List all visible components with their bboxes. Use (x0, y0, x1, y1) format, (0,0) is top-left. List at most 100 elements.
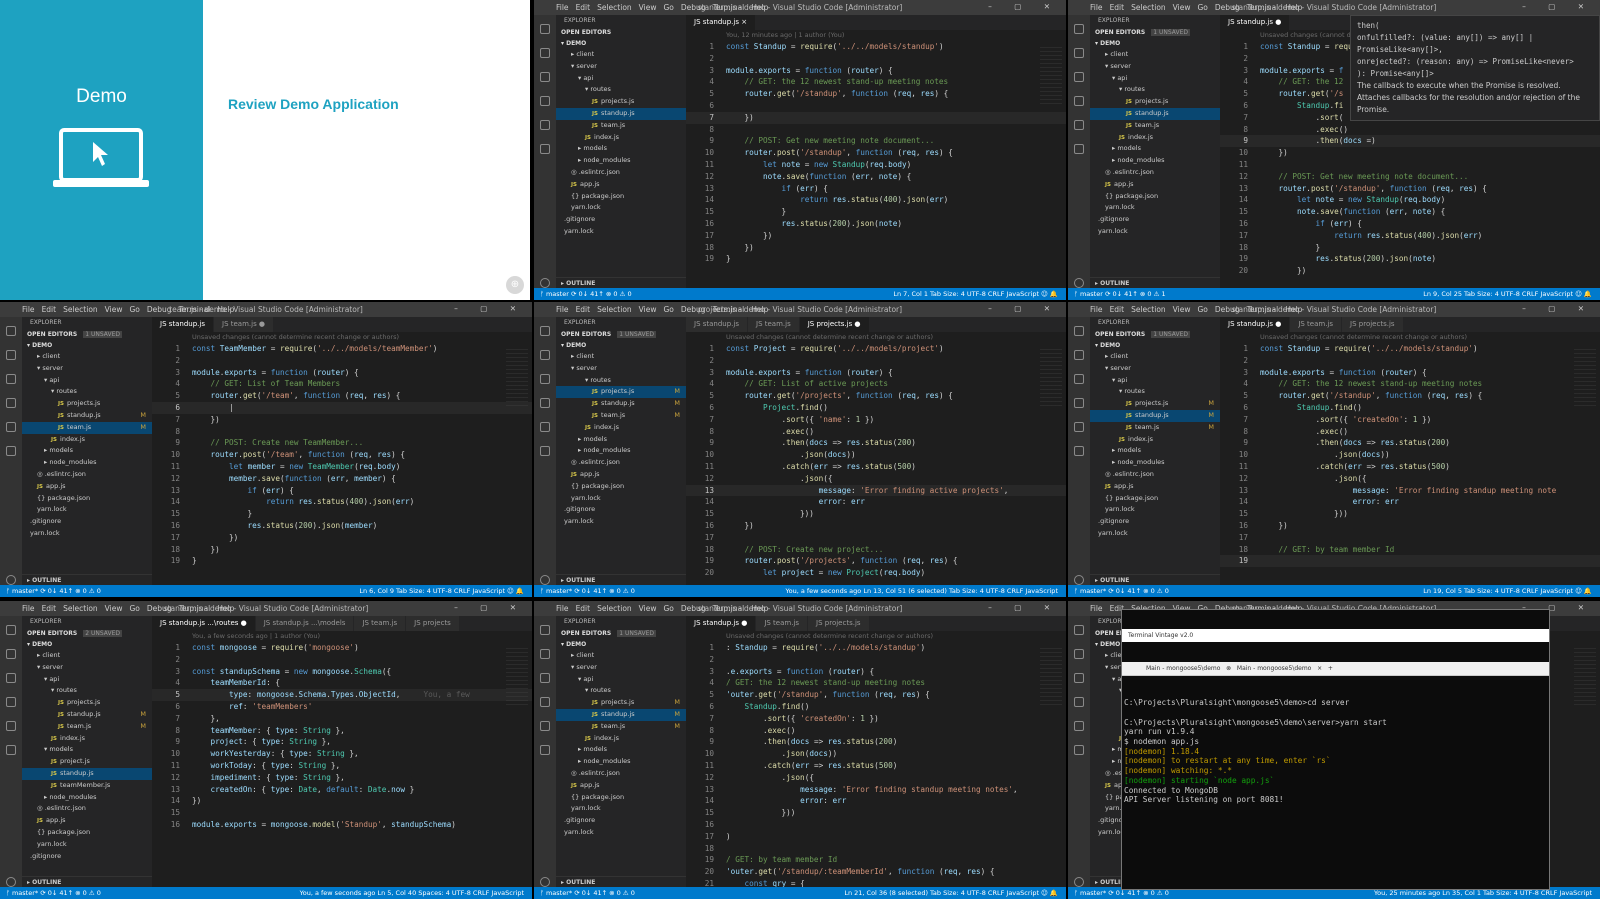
file-tree-item[interactable]: ▾ server (556, 363, 686, 375)
minimap[interactable] (1040, 349, 1062, 409)
folder-demo[interactable]: ▾ DEMO (1090, 340, 1220, 351)
file-tree-item[interactable]: ▸ client (22, 351, 152, 363)
status-left[interactable]: ᚠ master* ⟳ 0↓ 41↑ ⊗ 0 ⚠ 0 (6, 887, 101, 899)
search-icon[interactable] (540, 48, 550, 58)
editor-area[interactable]: JS standup.js ●Unsaved changes (cannot d… (1220, 15, 1600, 288)
menu-item-edit[interactable]: Edit (1110, 3, 1125, 12)
file-tree-item[interactable]: JSteam.js (1090, 120, 1220, 132)
history-icon[interactable] (6, 446, 16, 456)
file-tree-item[interactable]: JSapp.js (1090, 481, 1220, 493)
source-control-icon[interactable] (6, 374, 16, 384)
menu-item-file[interactable]: File (1090, 3, 1103, 12)
extensions-icon[interactable] (540, 422, 550, 432)
file-tree-item[interactable]: {} package.json (1090, 493, 1220, 505)
editor-tab[interactable]: JS standup.js × (686, 15, 757, 30)
file-tree-item[interactable]: JSprojects.js (22, 697, 152, 709)
file-tree-item[interactable]: JS team.js M (556, 721, 686, 733)
file-tree-item[interactable]: {} package.json (22, 493, 152, 505)
code-editor[interactable]: 1: Standup = require('../../models/stand… (686, 642, 1066, 890)
file-tree-item[interactable]: ◎ .eslintrc.json (556, 768, 686, 780)
editor-tab[interactable]: JS projects.js (808, 616, 870, 631)
file-tree-item[interactable]: ▸ node_modules (1090, 457, 1220, 469)
file-tree-item[interactable]: JSapp.js (556, 780, 686, 792)
file-tree-item[interactable]: yarn.lock (556, 226, 686, 238)
menu-item-debug[interactable]: Debug (147, 305, 172, 314)
editor-tab[interactable]: JS standup.js ...\routes ● (152, 616, 256, 631)
menu-item-edit[interactable]: Edit (576, 3, 591, 12)
file-tree-item[interactable]: ▾ api (22, 674, 152, 686)
gear-icon[interactable] (1074, 278, 1084, 288)
outline-section[interactable]: ▸ OUTLINE (556, 876, 686, 887)
file-tree-item[interactable]: JSindex.js (22, 434, 152, 446)
folder-demo[interactable]: ▾ DEMO (22, 639, 152, 650)
file-tree-item[interactable]: JS project.js (22, 756, 152, 768)
status-right[interactable]: Ln 6, Col 9 Tab Size: 4 UTF-8 CRLF JavaS… (359, 585, 524, 597)
file-tree-item[interactable]: ▾ server (1090, 363, 1220, 375)
status-right[interactable]: Ln 19, Col 5 Tab Size: 4 UTF-8 CRLF Java… (1423, 585, 1592, 597)
editor-area[interactable]: JS standup.js ...\routes ● JS standup.js … (152, 616, 532, 887)
file-tree-item[interactable]: ▾ models (22, 744, 152, 756)
file-tree-item[interactable]: JS standup.js M (1090, 409, 1220, 422)
code-editor[interactable]: 1 const Standup = require('../../models/s… (1220, 343, 1600, 568)
editor-tab[interactable]: JS standup.js ...\models (255, 616, 355, 631)
file-tree-item[interactable]: yarn.lock (22, 504, 152, 516)
file-tree-item[interactable]: ▾ api (22, 375, 152, 387)
menu-item-go[interactable]: Go (129, 604, 139, 613)
file-tree-item[interactable]: JSindex.js (556, 422, 686, 434)
menu-item-go[interactable]: Go (1197, 305, 1207, 314)
menu-item-file[interactable]: File (556, 305, 569, 314)
file-tree-item[interactable]: ▾ routes (556, 375, 686, 387)
window-controls[interactable]: – ▢ ✕ (988, 2, 1060, 11)
gear-icon[interactable] (1074, 575, 1084, 585)
code-editor[interactable]: 1 const Standup = require('../../models/s… (686, 41, 1066, 265)
search-icon[interactable] (6, 649, 16, 659)
file-tree-item[interactable]: JSapp.js (556, 469, 686, 481)
file-tree-item[interactable]: ▸ models (556, 434, 686, 446)
status-right[interactable]: Ln 7, Col 1 Tab Size: 4 UTF-8 CRLF JavaS… (893, 288, 1058, 300)
minimap[interactable] (1040, 47, 1062, 107)
file-tree-item[interactable]: ▾ server (22, 363, 152, 375)
file-tree-item[interactable]: ▸ models (22, 445, 152, 457)
file-tree-item[interactable]: .gitignore (22, 516, 152, 528)
files-icon[interactable] (1074, 24, 1084, 34)
source-control-icon[interactable] (1074, 72, 1084, 82)
status-left[interactable]: ᚠ master* ⟳ 0↓ 41↑ ⊗ 0 ⚠ 0 (1074, 585, 1169, 597)
file-tree-item[interactable]: ▾ api (556, 674, 686, 686)
menu-item-view[interactable]: View (639, 604, 657, 613)
gear-icon[interactable] (6, 877, 16, 887)
editor-tab[interactable]: JS team.js (748, 317, 800, 332)
search-icon[interactable] (1074, 649, 1084, 659)
window-controls[interactable]: – ▢ ✕ (988, 304, 1060, 313)
file-tree-item[interactable]: ◎ .eslintrc.json (556, 167, 686, 179)
file-tree-item[interactable]: ▾ routes (1090, 84, 1220, 96)
status-left[interactable]: ᚠ master* ⟳ 0↓ 41↑ ⊗ 0 ⚠ 0 (540, 887, 635, 899)
minimap[interactable] (1574, 648, 1596, 708)
file-tree-item[interactable]: ▾ server (22, 662, 152, 674)
file-tree-item[interactable]: ▸ models (1090, 445, 1220, 457)
editor-area[interactable]: JS standup.js × You, 12 minutes ago | 1 a… (686, 15, 1066, 288)
file-tree-item[interactable]: ▸ node_modules (22, 792, 152, 804)
editor-tab[interactable]: JS standup.js ● (1220, 317, 1291, 332)
outline-section[interactable]: ▸ OUTLINE (556, 277, 686, 288)
file-tree-item[interactable]: ▾ server (556, 61, 686, 73)
code-editor[interactable]: 1 const Project = require('../../models/p… (686, 343, 1066, 579)
history-icon[interactable] (1074, 446, 1084, 456)
history-icon[interactable] (540, 745, 550, 755)
gear-icon[interactable] (6, 575, 16, 585)
editor-area[interactable]: JS standup.js ● JS team.js JS projects.js U… (1220, 317, 1600, 585)
source-control-icon[interactable] (1074, 374, 1084, 384)
file-tree-item[interactable]: ▸ node_modules (556, 445, 686, 457)
menu-item-file[interactable]: File (1090, 305, 1103, 314)
file-tree-item[interactable]: yarn.lock (556, 827, 686, 839)
file-tree-item[interactable]: yarn.lock (22, 528, 152, 540)
extensions-icon[interactable] (540, 721, 550, 731)
menu-item-edit[interactable]: Edit (42, 604, 57, 613)
menu-item-view[interactable]: View (105, 305, 123, 314)
extensions-icon[interactable] (1074, 120, 1084, 130)
status-right[interactable]: You, a few seconds ago Ln 13, Col 51 (6 … (785, 585, 1058, 597)
file-tree-item[interactable]: ▸ client (1090, 49, 1220, 61)
file-tree-item[interactable]: {} package.json (556, 191, 686, 203)
extensions-icon[interactable] (540, 120, 550, 130)
menu-item-view[interactable]: View (639, 3, 657, 12)
file-tree-item[interactable]: JS standup.js M (22, 709, 152, 721)
